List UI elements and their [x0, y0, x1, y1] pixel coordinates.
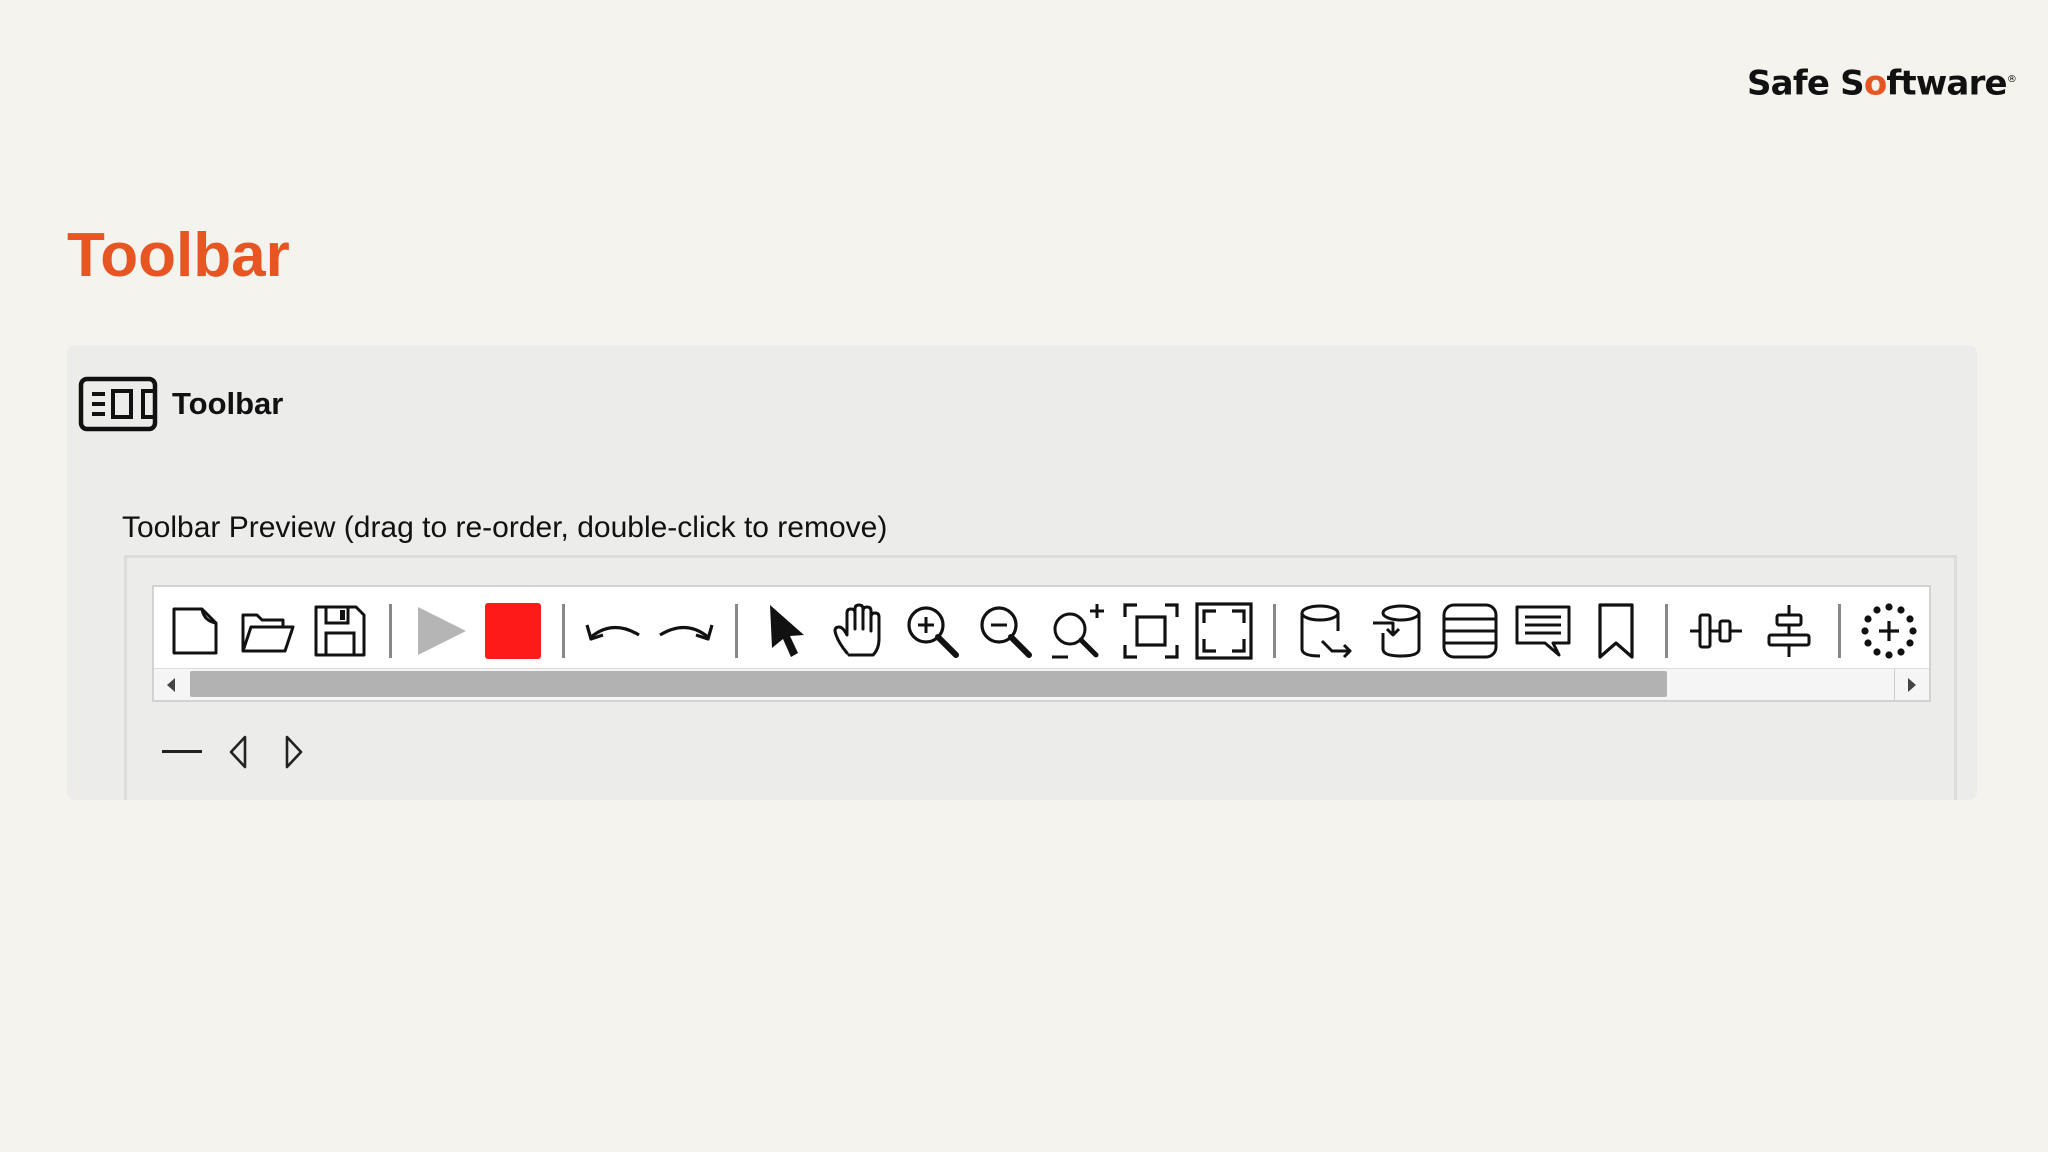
toolbar-preview-label: Toolbar Preview (drag to re-order, doubl…: [122, 511, 888, 544]
zoom-out-icon[interactable]: [973, 599, 1037, 663]
brand-logo: Safe Software®: [1747, 58, 2017, 105]
zoom-to-selection-icon[interactable]: [1119, 599, 1183, 663]
toolbar-preview[interactable]: [152, 585, 1931, 702]
partial-run-icon[interactable]: [1857, 599, 1921, 663]
feature-types-icon[interactable]: [1438, 599, 1502, 663]
annotation-icon[interactable]: [1511, 599, 1575, 663]
toolbar-separator: [1273, 604, 1276, 658]
slide-title: Toolbar: [67, 221, 290, 290]
move-left-icon[interactable]: [216, 730, 260, 774]
toolbar-separator: [389, 604, 392, 658]
redo-icon[interactable]: [654, 599, 718, 663]
bookmark-icon[interactable]: [1584, 599, 1648, 663]
zoom-adjust-icon[interactable]: [1046, 599, 1110, 663]
zoom-in-icon[interactable]: [900, 599, 964, 663]
logo-registered-mark: ®: [2006, 74, 2017, 85]
add-writer-icon[interactable]: [1365, 599, 1429, 663]
toolbar-separator: [735, 604, 738, 658]
add-reader-icon[interactable]: [1292, 599, 1356, 663]
move-right-icon[interactable]: [272, 730, 316, 774]
run-icon[interactable]: [408, 599, 472, 663]
open-folder-icon[interactable]: [235, 599, 299, 663]
scrollbar-thumb[interactable]: [190, 671, 1667, 697]
overflow-icon[interactable]: [1930, 599, 1931, 663]
scroll-left-arrow-icon[interactable]: [154, 669, 188, 700]
select-pointer-icon[interactable]: [754, 599, 818, 663]
toolbar-settings-panel: Toolbar Toolbar Preview (drag to re-orde…: [67, 345, 1977, 800]
toolbar-preview-area: [124, 555, 1957, 800]
scroll-right-arrow-icon[interactable]: [1894, 669, 1929, 700]
toolbar-separator: [1838, 604, 1841, 658]
toolbar-icon: [78, 376, 158, 432]
zoom-to-extents-icon[interactable]: [1192, 599, 1256, 663]
new-file-icon[interactable]: [162, 599, 226, 663]
undo-icon[interactable]: [581, 599, 645, 663]
panel-title: Toolbar: [172, 386, 284, 421]
logo-dot: o: [1863, 63, 1887, 104]
align-vertical-icon[interactable]: [1757, 599, 1821, 663]
toolbar-horizontal-scrollbar[interactable]: [154, 668, 1929, 700]
preview-controls: [160, 728, 328, 776]
toolbar-separator: [562, 604, 565, 658]
save-icon[interactable]: [308, 599, 372, 663]
pan-hand-icon[interactable]: [827, 599, 891, 663]
logo-text-1: Safe S: [1747, 63, 1865, 104]
panel-header: Toolbar: [78, 376, 283, 432]
logo-text-2: ftware: [1886, 63, 2007, 104]
stop-icon[interactable]: [481, 599, 545, 663]
toolbar-buttons-row: [162, 599, 1931, 663]
align-horizontal-icon[interactable]: [1684, 599, 1748, 663]
toolbar-separator: [1665, 604, 1668, 658]
separator-tool-icon[interactable]: [160, 730, 204, 774]
